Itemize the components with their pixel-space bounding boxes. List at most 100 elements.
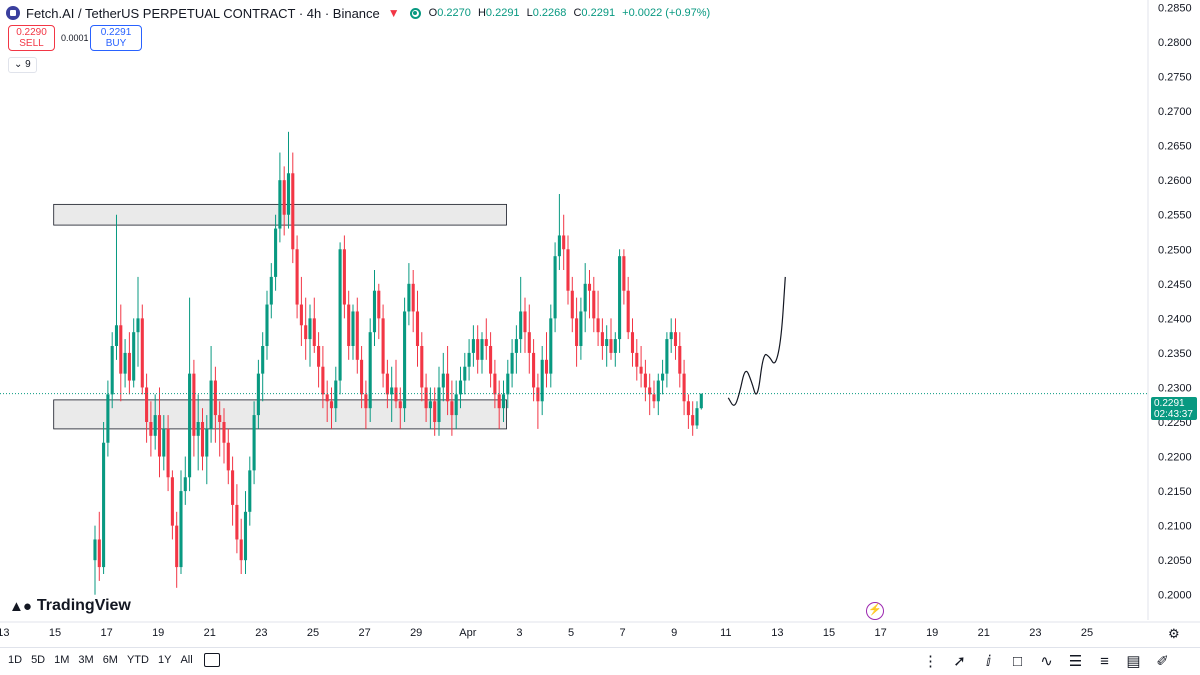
brush-icon[interactable]: ✐ [1148,652,1177,672]
drag-handle-icon[interactable]: ⋮ [916,652,945,672]
candle-body [381,318,385,374]
timeframe-1y[interactable]: 1Y [158,654,171,666]
lightning-icon[interactable]: ⚡ [866,602,884,620]
pitchfork-icon[interactable]: ≡ [1090,652,1119,672]
candle-body [385,373,389,395]
candle-body [93,539,97,561]
candle-body [119,325,123,374]
candle-body [626,290,630,333]
tradingview-logo[interactable]: ▲● TradingView [9,597,131,615]
candle-body [652,394,656,402]
settings-gear-icon[interactable]: ⚙ [1168,626,1180,642]
timeframe-all[interactable]: All [180,654,192,666]
candle-body [179,491,183,568]
candle-body [321,366,325,395]
candle-body [183,477,187,492]
measure-icon[interactable]: ▤ [1119,652,1148,672]
timeframe-1m[interactable]: 1M [54,654,69,666]
candle-body [192,373,196,436]
path-icon[interactable]: ∿ [1032,652,1061,672]
candle-body [106,394,110,443]
rectangle-icon[interactable]: □ [1003,652,1032,672]
buy-button[interactable]: 0.2291 BUY [90,25,142,51]
symbol-title[interactable]: Fetch.AI / TetherUS PERPETUAL CONTRACT ·… [26,6,380,21]
candle-body [678,346,682,374]
candle-body [261,346,265,374]
candle-body [140,318,144,388]
timeframe-ytd[interactable]: YTD [127,654,149,666]
candle-body [665,339,669,374]
candle-body [308,318,312,340]
x-tick-label: 19 [926,627,938,639]
y-tick-label: 0.2700 [1158,106,1192,118]
candle-body [476,339,480,360]
candle-body [411,283,415,312]
candle-body [342,249,346,305]
buy-price: 0.2291 [100,27,132,38]
candle-body [334,380,338,409]
y-tick-label: 0.2100 [1158,521,1192,533]
timeframe-6m[interactable]: 6M [103,654,118,666]
calendar-icon[interactable] [204,653,220,667]
candle-body [243,511,248,561]
x-tick-label: 29 [410,627,422,639]
timeframe-1d[interactable]: 1D [8,654,22,666]
candle-body [248,470,252,512]
candle-body [282,180,286,215]
candle-body [579,311,583,346]
candle-body [484,339,488,346]
candle-body [269,276,273,305]
market-status-icon[interactable] [409,7,421,19]
text-cursor-icon[interactable]: ⅈ [974,652,1003,672]
candle-body [682,373,686,402]
candle-body [622,256,626,291]
candle-body [312,318,316,346]
candle-body [635,352,639,367]
x-tick-label: Apr [459,627,476,639]
candle-body [553,256,557,319]
candle-body [686,401,690,416]
y-tick-label: 0.2750 [1158,72,1192,84]
y-tick-label: 0.2500 [1158,244,1192,256]
candle-body [153,415,157,436]
candle-body [252,415,256,471]
fib-retracement-icon[interactable]: ☰ [1061,652,1090,672]
candle-body [317,346,321,367]
y-tick-label: 0.2450 [1158,279,1192,291]
candle-body [291,173,295,250]
candle-body [609,339,613,353]
spread-value: 0.0001 [61,33,89,43]
candle-body [510,352,514,374]
candle-body [699,393,703,409]
chart-area[interactable]: 0.20000.20500.21000.21500.22000.22500.23… [0,0,1200,675]
candle-body [231,470,235,505]
y-tick-label: 0.2000 [1158,590,1192,602]
candle-body [278,180,282,229]
candle-body [102,442,106,568]
ohlc-values: O0.2270 H0.2291 L0.2268 C0.2291 +0.0022 … [428,7,711,19]
candle-body [360,359,364,395]
candle-body [372,290,377,333]
candle-body [661,373,665,381]
buy-label: BUY [105,38,127,49]
indicators-toggle[interactable]: ⌄ 9 [8,57,37,73]
x-tick-label: 23 [255,627,267,639]
candle-body [501,394,506,409]
candle-body [643,373,647,388]
candle-body [592,290,596,319]
x-tick-label: 21 [978,627,990,639]
sell-button[interactable]: 0.2290 SELL [8,25,55,51]
trend-line-icon[interactable]: ➚ [945,652,974,672]
candle-body [424,387,428,409]
x-tick-label: 9 [671,627,677,639]
timeframe-5d[interactable]: 5D [31,654,45,666]
x-tick-label: 13 [0,627,10,639]
candle-body [274,228,278,277]
candle-body [673,332,678,346]
y-tick-label: 0.2650 [1158,141,1192,153]
timeframe-3m[interactable]: 3M [78,654,93,666]
candle-body [532,352,536,388]
candle-body [110,346,114,395]
candle-body [428,401,432,409]
hide-icon[interactable]: ▼ [388,6,400,20]
